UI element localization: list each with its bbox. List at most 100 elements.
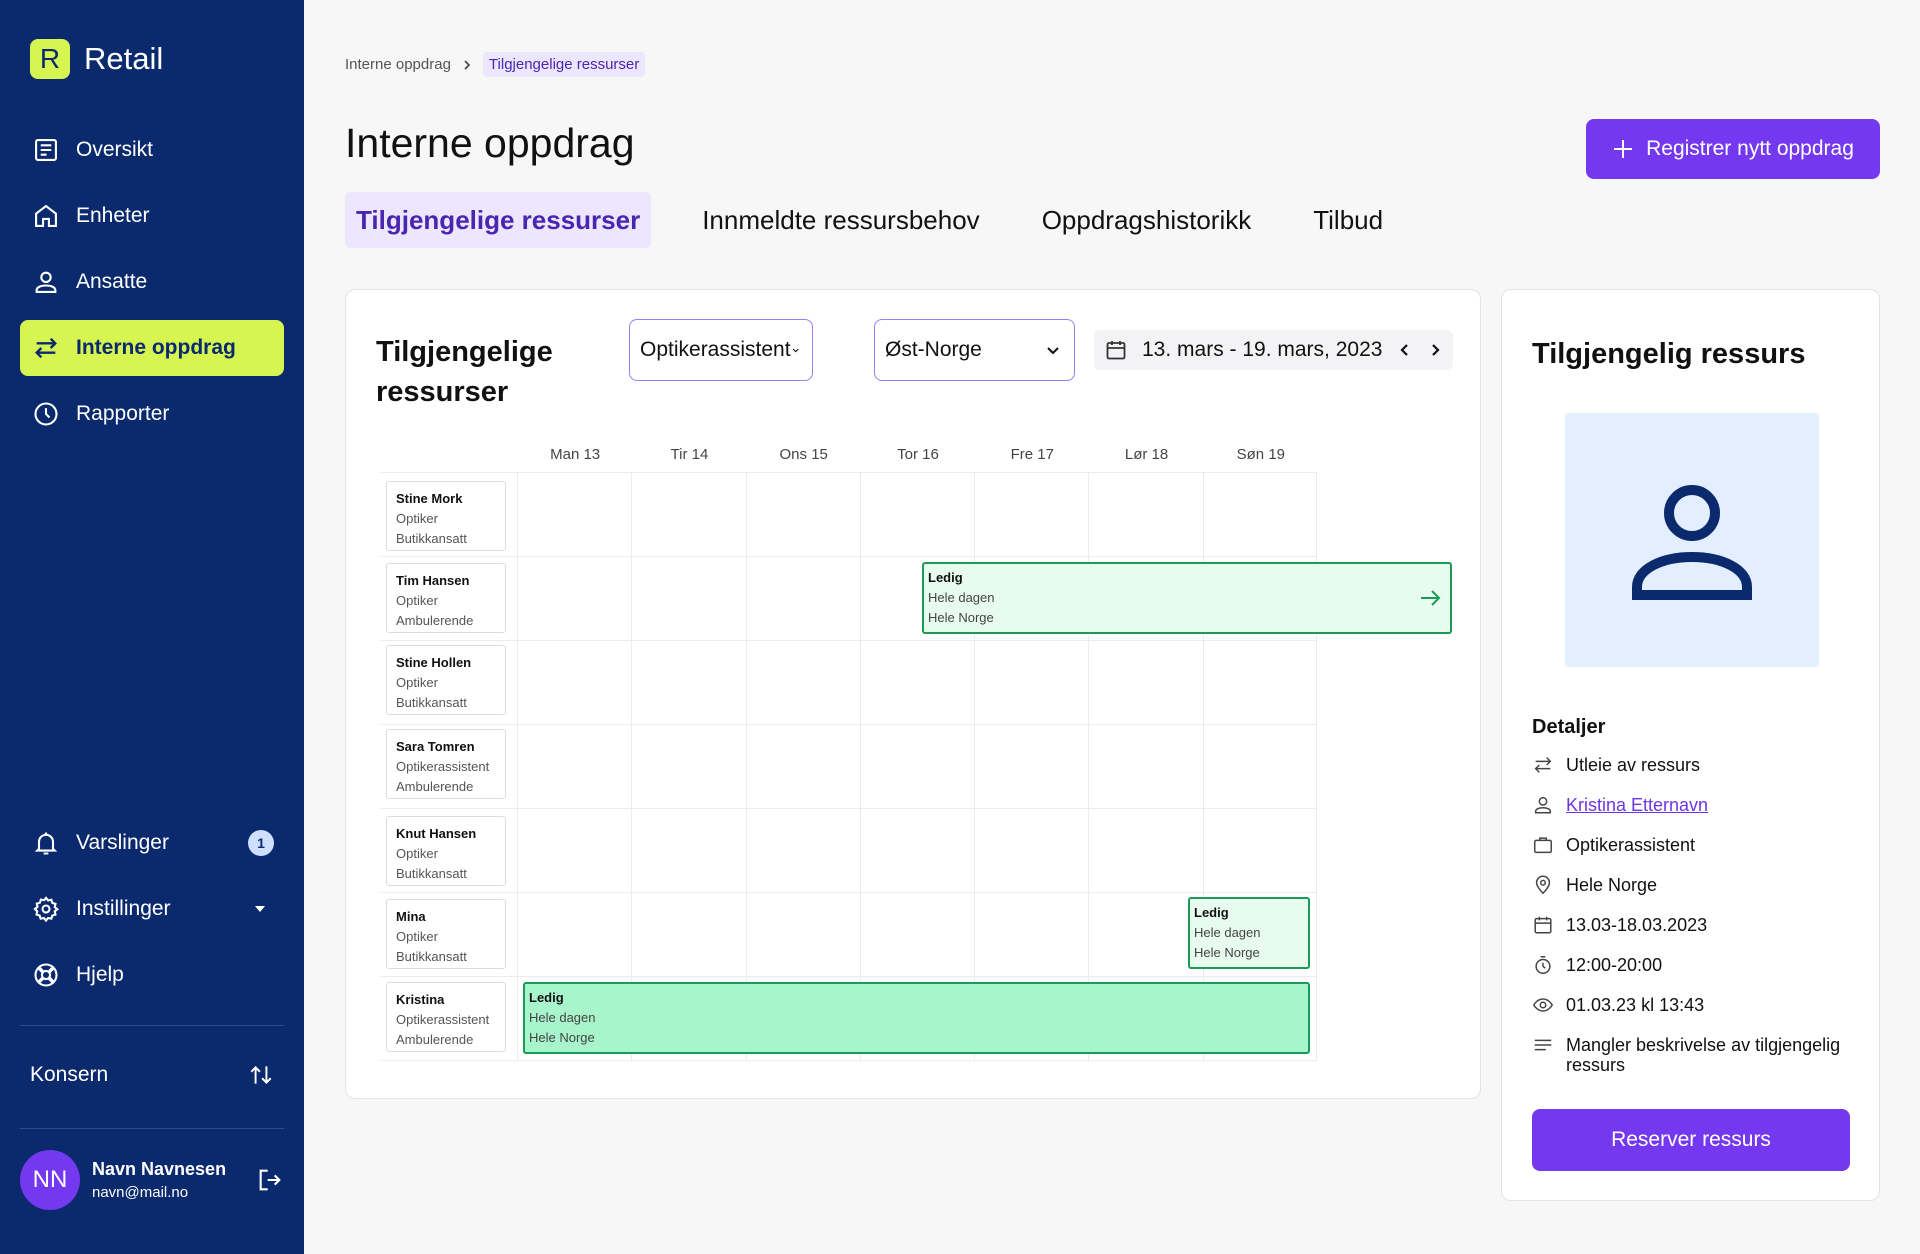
detail-area-value: Hele Norge (1566, 875, 1658, 895)
detail-area: Hele Norge (1532, 873, 1862, 913)
switch-arrows-icon (250, 1066, 272, 1084)
page-title: Interne oppdrag (345, 120, 635, 166)
sidebar-item-oversikt[interactable]: Oversikt (20, 122, 284, 178)
chevron-right-icon[interactable] (1427, 342, 1443, 358)
calendar-icon (1534, 916, 1552, 934)
availability-slot-selected[interactable]: Ledig Hele dagen Hele Norge (523, 982, 1310, 1054)
resource-card[interactable]: Mina Optiker Butikkansatt (386, 899, 506, 969)
day-header: Ons 15 (779, 446, 828, 463)
brand[interactable]: R Retail (30, 39, 163, 79)
register-new-assignment-button[interactable]: Registrer nytt oppdrag (1586, 119, 1880, 179)
grid-column (1202, 472, 1317, 1060)
resource-role: Optiker (396, 675, 438, 690)
row-divider (381, 472, 1317, 473)
sidebar-item-label: Instillinger (76, 897, 171, 920)
sidebar-item-label: Hjelp (76, 963, 124, 986)
availability-calendar-card: Tilgjengelige ressurser Optikerassistent… (345, 289, 1481, 1099)
konsern-switcher[interactable]: Konsern (30, 1062, 274, 1088)
slot-area: Hele Norge (1194, 945, 1260, 960)
sidebar-item-label: Interne oppdrag (76, 336, 236, 359)
calendar-title: Tilgjengelige ressurser (376, 336, 553, 408)
document-icon (35, 139, 57, 161)
resource-card[interactable]: Stine Mork Optiker Butikkansatt (386, 481, 506, 551)
resource-type: Ambulerende (396, 1032, 474, 1047)
location-pin-icon (1535, 875, 1551, 895)
sidebar-item-label: Varslinger (76, 831, 169, 854)
sidebar-item-ansatte[interactable]: Ansatte (20, 254, 284, 310)
sidebar-divider (20, 1025, 284, 1026)
sidebar-item-hjelp[interactable]: Hjelp (20, 947, 284, 1003)
detail-dates: 13.03-18.03.2023 (1532, 913, 1862, 953)
chevron-right-icon (464, 59, 471, 70)
resource-role: Optiker (396, 593, 438, 608)
konsern-label: Konsern (30, 1063, 109, 1086)
sidebar-item-enheter[interactable]: Enheter (20, 188, 284, 244)
tab-bar: Tilgjengelige ressurser Innmeldte ressur… (345, 192, 1394, 248)
user-name: Navn Navnesen (92, 1159, 227, 1179)
plus-icon (1614, 140, 1633, 158)
resource-card[interactable]: Kristina Optikerassistent Ambulerende (386, 982, 506, 1052)
detail-seen: 01.03.23 kl 13:43 (1532, 993, 1862, 1033)
swap-arrows-icon (1534, 757, 1552, 773)
grid-column (859, 472, 974, 1060)
user-info: Navn Navnesen navn@mail.no (92, 1159, 244, 1201)
resource-type: Butikkansatt (396, 866, 467, 881)
slot-time: Hele dagen (529, 1010, 596, 1025)
day-header: Tir 14 (670, 446, 709, 463)
sidebar-item-label: Rapporter (76, 402, 170, 425)
date-nav (1397, 342, 1443, 358)
grid-column (745, 472, 860, 1060)
details-heading: Detaljer (1532, 716, 1606, 738)
slot-status: Ledig (928, 570, 963, 585)
sidebar-item-label: Ansatte (76, 270, 148, 293)
day-header: Tor 16 (897, 446, 939, 463)
detail-description: Mangler beskrivelse av tilgjengelig ress… (1532, 1033, 1862, 1075)
availability-slot[interactable]: Ledig Hele dagen Hele Norge (922, 562, 1452, 634)
resource-card[interactable]: Sara Tomren Optikerassistent Ambulerende (386, 729, 506, 799)
day-header: Lør 18 (1124, 446, 1169, 463)
chevron-left-icon[interactable] (1397, 342, 1413, 358)
reserve-resource-button[interactable]: Reserver ressurs (1532, 1109, 1850, 1171)
row-divider (381, 640, 1317, 641)
resource-type: Butikkansatt (396, 949, 467, 964)
region-filter-select[interactable]: Øst-Norge (874, 319, 1075, 381)
tab-innmeldte-ressursbehov[interactable]: Innmeldte ressursbehov (691, 192, 990, 248)
resource-card[interactable]: Knut Hansen Optiker Butikkansatt (386, 816, 506, 886)
detail-person-link[interactable]: Kristina Etternavn (1566, 795, 1708, 815)
row-divider (381, 724, 1317, 725)
role-filter-value: Optikerassistent (640, 338, 791, 361)
tab-oppdragshistorikk[interactable]: Oppdragshistorikk (1031, 192, 1263, 248)
caret-down-icon[interactable] (252, 901, 268, 917)
grid-columns (517, 472, 1317, 1060)
breadcrumb-current: Tilgjengelige ressurser (482, 52, 646, 77)
sidebar-item-interne-oppdrag[interactable]: Interne oppdrag (20, 320, 284, 376)
resource-card[interactable]: Stine Hollen Optiker Butikkansatt (386, 645, 506, 715)
breadcrumb-parent[interactable]: Interne oppdrag (345, 56, 451, 73)
role-filter-select[interactable]: Optikerassistent (629, 319, 813, 381)
date-range-picker[interactable]: 13. mars - 19. mars, 2023 (1094, 330, 1453, 370)
tab-tilbud[interactable]: Tilbud (1302, 192, 1394, 248)
sidebar-item-instillinger[interactable]: Instillinger (20, 881, 284, 937)
avatar[interactable]: NN (20, 1150, 80, 1210)
slot-time: Hele dagen (1194, 925, 1261, 940)
slot-area: Hele Norge (529, 1030, 595, 1045)
sidebar-item-rapporter[interactable]: Rapporter (20, 386, 284, 442)
resource-role: Optikerassistent (396, 1012, 490, 1027)
arrow-right-icon (1421, 590, 1441, 606)
logout-icon[interactable] (256, 1166, 284, 1194)
sidebar-item-varslinger[interactable]: Varslinger 1 (20, 815, 284, 871)
user-profile: NN Navn Navnesen navn@mail.no (20, 1150, 284, 1210)
sidebar-item-label: Oversikt (76, 138, 154, 161)
availability-slot[interactable]: Ledig Hele dagen Hele Norge (1188, 897, 1310, 969)
user-avatar-icon (1632, 485, 1752, 600)
resource-card[interactable]: Tim Hansen Optiker Ambulerende (386, 563, 506, 633)
row-divider (381, 976, 1317, 977)
secondary-nav: Varslinger 1 Instillinger Hjelp (20, 815, 284, 1013)
tab-tilgjengelige-ressurser[interactable]: Tilgjengelige ressurser (345, 192, 652, 248)
calendar-icon (1106, 341, 1126, 360)
grid-column (974, 472, 1088, 1060)
sidebar-item-label: Enheter (76, 204, 150, 227)
detail-dates-value: 13.03-18.03.2023 (1566, 915, 1708, 935)
row-divider (381, 808, 1317, 809)
sidebar: R Retail Oversikt Enheter Ansatte Intern… (0, 0, 304, 1254)
